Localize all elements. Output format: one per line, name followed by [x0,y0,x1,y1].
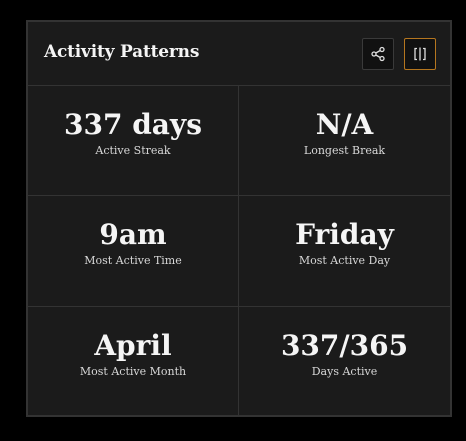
stat-value: 337/365 [280,329,409,362]
stat-active-streak: 337 days Active Streak [28,86,239,196]
split-view-toggle-button[interactable] [404,38,436,70]
share-button[interactable] [362,38,394,70]
share-icon [371,46,385,62]
card-header: Activity Patterns [28,22,450,86]
stat-label: Most Active Month [79,365,187,378]
stat-value: N/A [315,108,374,141]
stat-label: Most Active Day [298,254,391,267]
stat-most-active-month: April Most Active Month [28,307,239,417]
activity-patterns-card: Activity Patterns 337 days Active Streak [26,20,452,417]
stat-most-active-time: 9am Most Active Time [28,196,239,307]
stat-days-active: 337/365 Days Active [239,307,450,417]
stat-value: 337 days [64,108,202,141]
stat-value: April [94,329,172,362]
stat-label: Longest Break [303,144,386,157]
stat-value: 9am [99,218,167,251]
stat-label: Most Active Time [84,254,182,267]
card-title: Activity Patterns [44,42,200,62]
split-view-icon [414,47,426,61]
stat-label: Days Active [311,365,378,378]
stat-longest-break: N/A Longest Break [239,86,450,196]
stats-grid: 337 days Active Streak N/A Longest Break… [28,86,450,417]
stat-value: Friday [295,218,394,251]
stat-most-active-day: Friday Most Active Day [239,196,450,307]
stat-label: Active Streak [95,144,171,157]
